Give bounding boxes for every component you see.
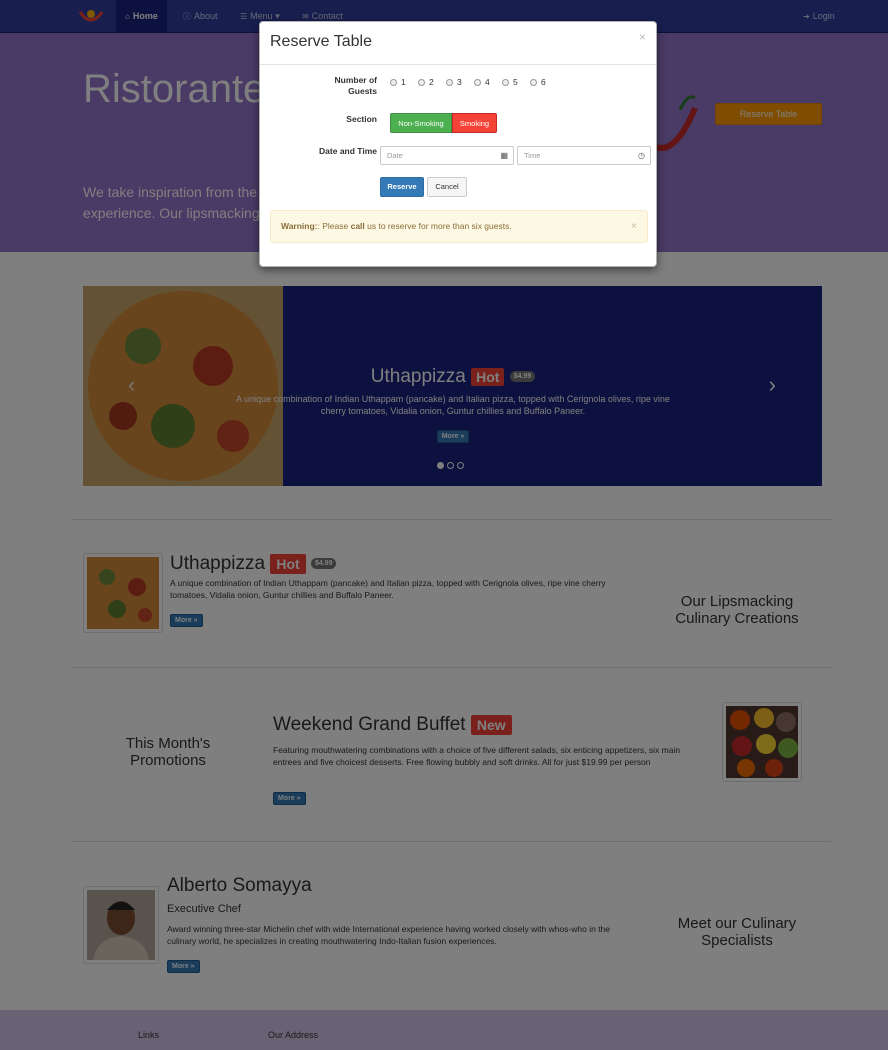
date-input[interactable]: Date ▦: [380, 146, 514, 165]
radio-circle[interactable]: [474, 79, 481, 86]
warning-alert: Warning:: Please call us to reserve for …: [270, 210, 648, 243]
radio-circle[interactable]: [418, 79, 425, 86]
calendar-icon: ▦: [500, 151, 508, 160]
time-placeholder: Time: [524, 151, 541, 160]
radio-circle[interactable]: [502, 79, 509, 86]
clock-icon: ◷: [638, 151, 645, 160]
reserve-button[interactable]: Reserve: [380, 177, 424, 197]
guest-radio-4[interactable]: 4: [474, 77, 490, 87]
non-smoking-button[interactable]: Non-Smoking: [390, 113, 452, 133]
reserve-modal: Reserve Table × Number of Guests 1 2 3 4…: [259, 21, 657, 267]
date-placeholder: Date: [387, 151, 403, 160]
smoking-button[interactable]: Smoking: [452, 113, 497, 133]
guest-radio-label: 1: [401, 77, 406, 87]
guest-radio-label: 5: [513, 77, 518, 87]
guest-radio-label: 4: [485, 77, 490, 87]
alert-call: call: [350, 221, 365, 231]
radio-circle[interactable]: [390, 79, 397, 86]
guest-radio-label: 3: [457, 77, 462, 87]
modal-title: Reserve Table: [270, 33, 372, 50]
radio-circle[interactable]: [530, 79, 537, 86]
alert-rest: us to reserve for more than six guests.: [364, 221, 512, 231]
modal-header: Reserve Table ×: [260, 22, 656, 65]
guest-radio-label: 6: [541, 77, 546, 87]
alert-mid: : Please: [317, 221, 351, 231]
alert-close-icon[interactable]: ×: [631, 211, 637, 242]
datetime-label: Date and Time: [319, 146, 377, 156]
guest-radio-1[interactable]: 1: [390, 77, 406, 87]
time-input[interactable]: Time ◷: [517, 146, 651, 165]
guest-radio-2[interactable]: 2: [418, 77, 434, 87]
radio-circle[interactable]: [446, 79, 453, 86]
cancel-button[interactable]: Cancel: [427, 177, 467, 197]
guest-radio-3[interactable]: 3: [446, 77, 462, 87]
alert-strong: Warning:: [281, 221, 318, 231]
close-icon[interactable]: ×: [639, 30, 646, 44]
guest-radio-label: 2: [429, 77, 434, 87]
guest-radio-5[interactable]: 5: [502, 77, 518, 87]
guests-label: Number of Guests: [334, 75, 378, 96]
guest-radio-6[interactable]: 6: [530, 77, 546, 87]
section-label: Section: [346, 114, 377, 124]
